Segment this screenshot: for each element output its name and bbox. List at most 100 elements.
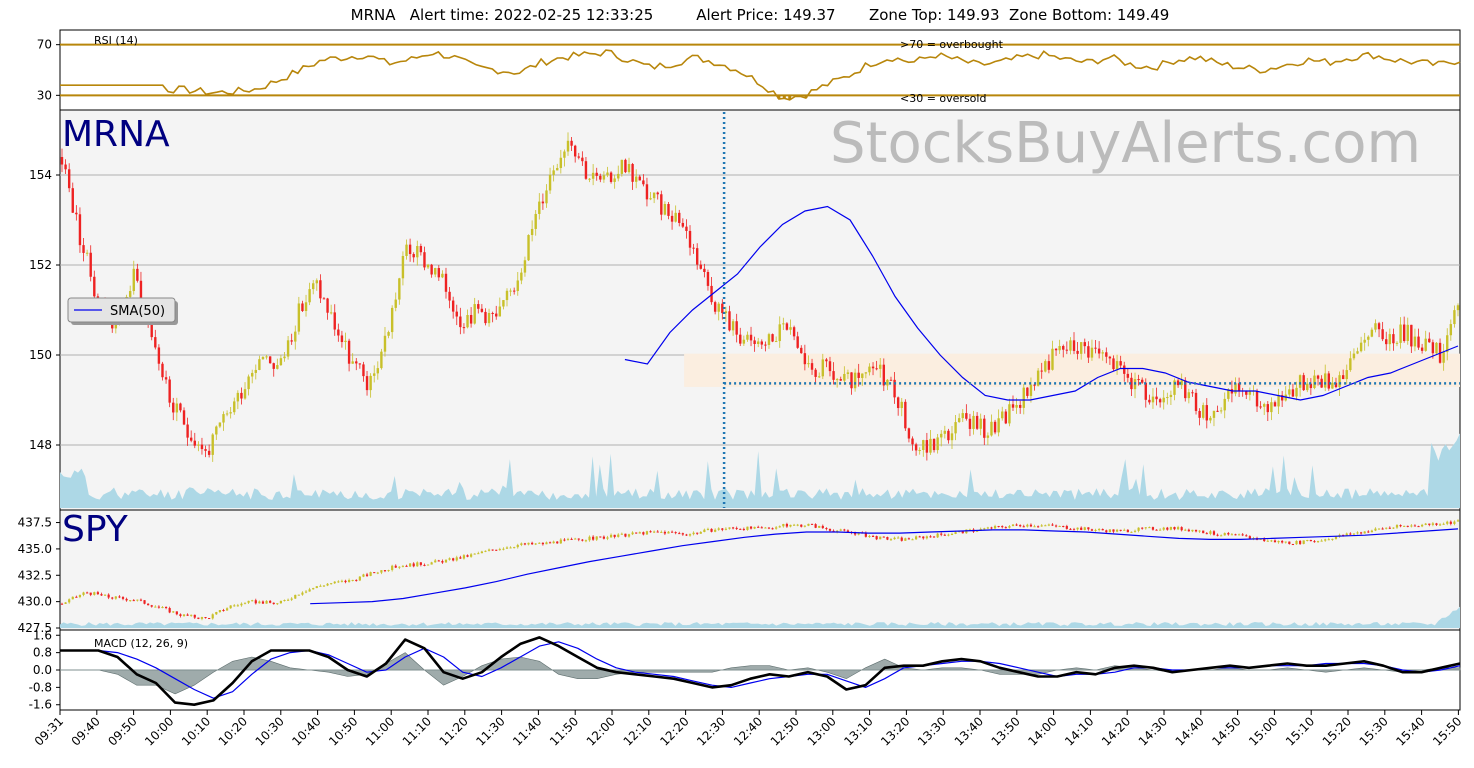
mrna-candle-body (706, 272, 710, 286)
mrna-candle-body (387, 332, 390, 336)
chart-svg: RSI (14) >70 = overbought <30 = oversold… (18, 29, 1465, 749)
mrna-candle-body (1044, 361, 1047, 372)
macd-ytick-label: 1.6 (33, 628, 52, 642)
mrna-candle-body (1341, 375, 1345, 380)
spy-candle-body (279, 600, 283, 604)
mrna-candle-body (1399, 324, 1402, 343)
macd-ytick-label: 0.8 (33, 646, 52, 660)
spy-candle-body (656, 531, 659, 533)
spy-candle-body (132, 600, 135, 602)
x-tick-label: 14:00 (1025, 714, 1059, 748)
spy-candle-body (1392, 527, 1395, 529)
spy-candle-body (606, 537, 609, 539)
spy-candle-body (513, 547, 516, 549)
mrna-candle-body (189, 437, 193, 441)
mrna-candle-body (972, 415, 975, 429)
mrna-candle-body (979, 418, 982, 429)
mrna-candle-body (358, 363, 362, 365)
mrna-candle-body (957, 418, 961, 423)
spy-candle-body (286, 599, 290, 601)
mrna-candle-body (728, 311, 731, 331)
spy-candle-body (1087, 527, 1090, 530)
mrna-candle-body (1079, 342, 1083, 354)
mrna-candle-body (649, 198, 652, 200)
rsi-ytick-label: 30 (37, 88, 52, 102)
spy-candle-body (1159, 529, 1162, 531)
mrna-candle-body (634, 176, 638, 182)
mrna-candle-body (792, 327, 796, 337)
spy-candle-body (997, 526, 1000, 528)
spy-candle-body (1395, 525, 1399, 528)
spy-candle-body (897, 537, 900, 539)
mrna-candle-body (394, 299, 397, 308)
mrna-candle-body (211, 434, 214, 455)
spy-candle-body (613, 534, 616, 537)
spy-candle-body (340, 580, 344, 582)
mrna-candle-body (175, 403, 179, 413)
spy-candle-body (452, 558, 455, 561)
spy-candle-body (258, 601, 261, 604)
mrna-candle-body (1162, 397, 1165, 403)
mrna-candle-body (369, 375, 372, 391)
mrna-candle-body (523, 260, 527, 273)
spy-candle-body (1309, 539, 1312, 542)
price-ytick-label: 152 (29, 258, 52, 272)
mrna-candle-body (272, 363, 275, 369)
spy-candle-body (505, 547, 509, 549)
mrna-candle-body (265, 356, 268, 358)
mrna-candle-body (351, 361, 354, 364)
mrna-candle-body (222, 414, 225, 423)
spy-candle-body (1428, 523, 1431, 525)
mrna-candle-body (480, 308, 484, 312)
mrna-candle-body (670, 215, 674, 222)
spy-candle-body (301, 592, 304, 595)
spy-candle-body (1137, 527, 1140, 531)
spy-ytick-label: 437.5 (18, 516, 52, 530)
spy-candle-body (154, 606, 157, 608)
spy-candle-body (93, 592, 96, 595)
mrna-candle-body (1259, 406, 1262, 408)
mrna-candle-body (853, 372, 857, 389)
price-ytick-label: 148 (29, 438, 52, 452)
mrna-candle-body (1054, 348, 1058, 351)
spy-candle-body (416, 562, 419, 567)
mrna-candle-body (588, 178, 591, 180)
spy-candle-body (753, 526, 756, 529)
spy-candle-body (484, 550, 487, 552)
spy-candle-body (1284, 541, 1287, 543)
mrna-candle-body (1004, 411, 1008, 424)
mrna-candle-body (459, 316, 462, 328)
mrna-candle-body (473, 304, 476, 324)
mrna-candle-body (512, 290, 516, 292)
mrna-candle-body (179, 403, 182, 411)
spy-candle-body (1058, 525, 1061, 527)
mrna-candle-body (800, 347, 803, 354)
mrna-candle-body (477, 304, 480, 309)
mrna-candle-body (484, 311, 487, 324)
spy-candle-body (1054, 525, 1058, 527)
spy-candle-body (200, 617, 204, 619)
spy-candle-body (1349, 533, 1352, 535)
spy-candle-body (929, 536, 932, 538)
spy-candle-body (775, 527, 778, 529)
spy-candle-body (121, 597, 125, 599)
spy-candle-body (1069, 528, 1072, 530)
spy-candle-body (1001, 526, 1004, 528)
spy-candle-body (387, 570, 390, 572)
mrna-candle-body (789, 327, 792, 330)
watermark: StocksBuyAlerts.com (830, 111, 1421, 176)
mrna-candle-body (1263, 404, 1266, 407)
spy-candle-body (272, 602, 275, 605)
mrna-candle-body (731, 321, 735, 331)
mrna-candle-body (1022, 387, 1025, 408)
spy-candle-body (932, 536, 936, 538)
spy-candle-body (337, 581, 340, 583)
mrna-candle-body (627, 164, 631, 173)
mrna-candle-body (925, 440, 929, 453)
mrna-candle-body (774, 341, 778, 343)
rsi-ytick-label: 70 (37, 38, 52, 52)
mrna-candle-body (631, 164, 634, 182)
mrna-candle-body (1001, 411, 1004, 419)
spy-candle-body (1187, 529, 1190, 532)
spy-candle-body (150, 605, 153, 607)
